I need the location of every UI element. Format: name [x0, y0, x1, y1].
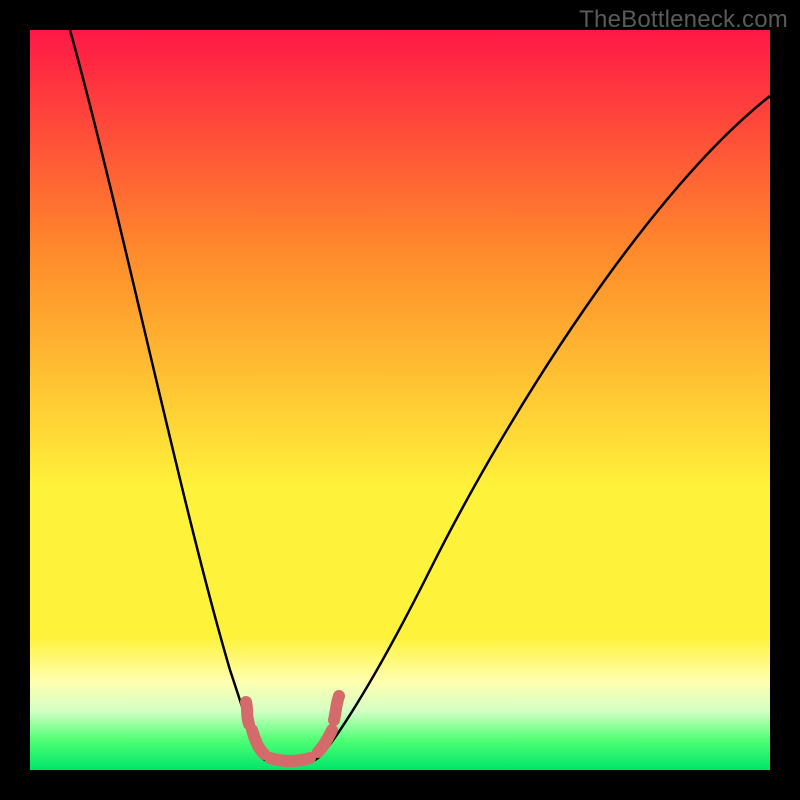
heatmap-background: [30, 30, 770, 770]
figure-container: TheBottleneck.com: [0, 0, 800, 800]
plot-area: [30, 30, 770, 770]
chart-svg: [30, 30, 770, 770]
